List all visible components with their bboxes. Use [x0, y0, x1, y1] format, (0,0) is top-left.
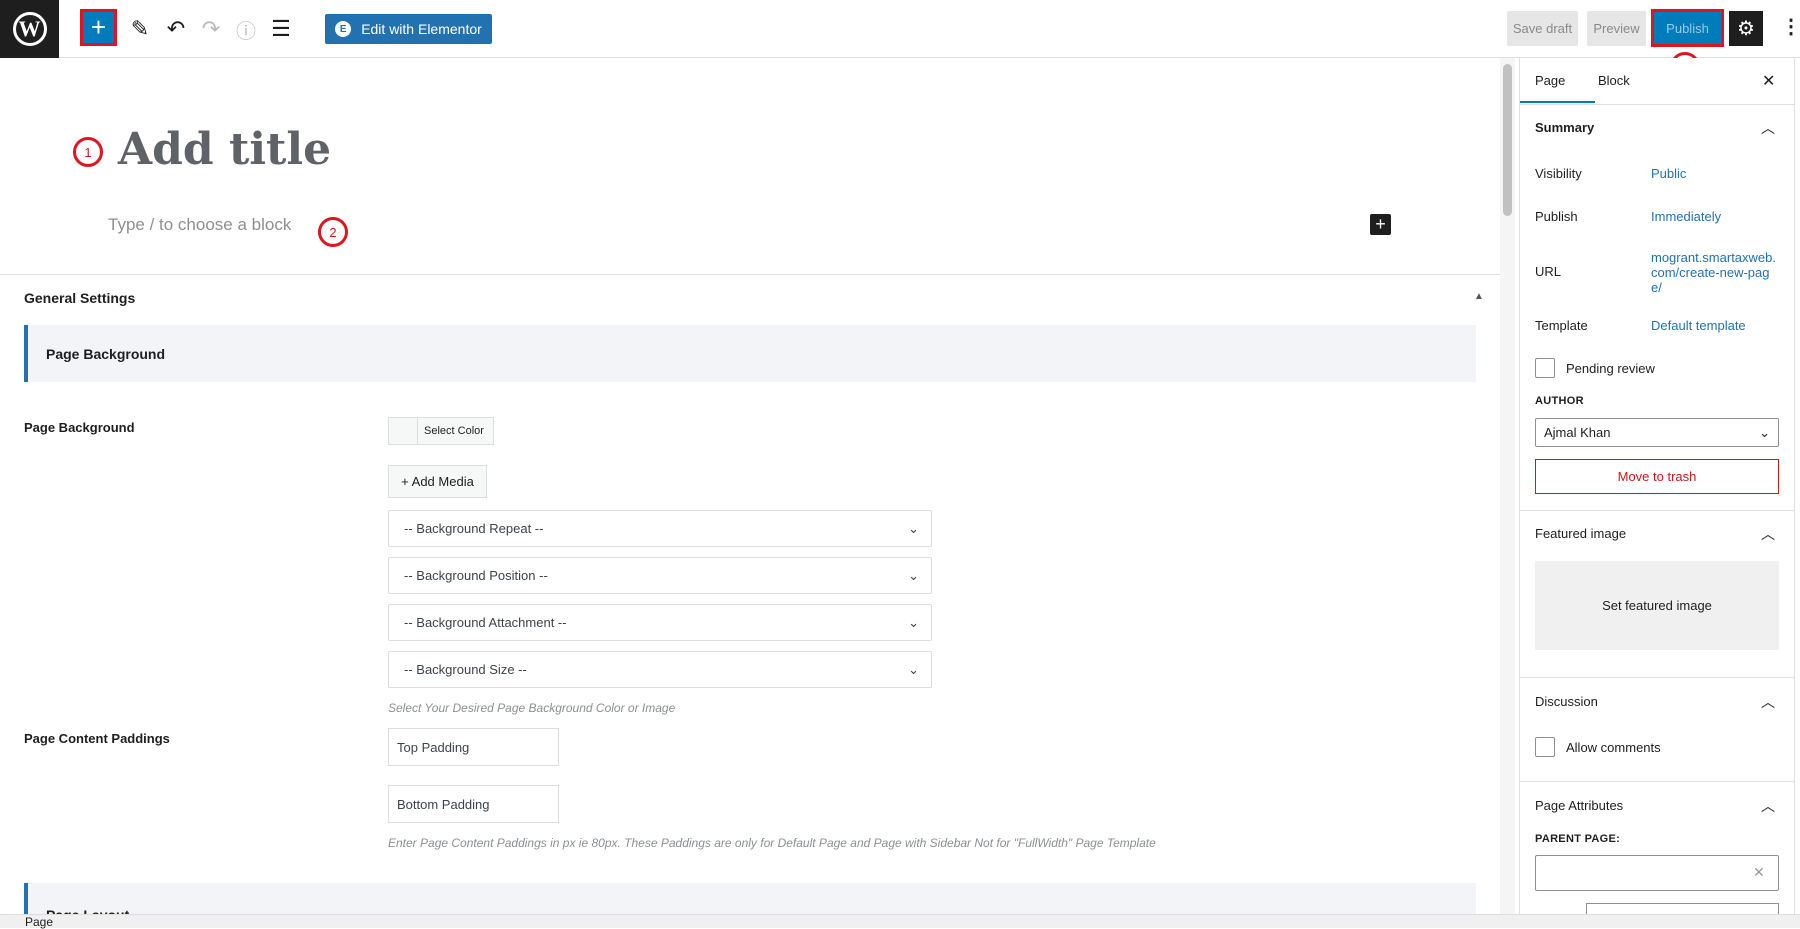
bottom-padding-input[interactable]: Bottom Padding	[388, 785, 559, 823]
divider	[0, 274, 1500, 275]
more-vertical-icon[interactable]: ⋮	[1781, 14, 1800, 39]
discussion-heading[interactable]: Discussion	[1535, 694, 1598, 709]
active-tab-indicator	[1520, 101, 1595, 103]
allow-comments-label: Allow comments	[1566, 740, 1661, 755]
list-view-icon[interactable]: ☰	[266, 14, 296, 44]
scrollbar-thumb[interactable]	[1503, 64, 1512, 216]
collapse-triangle-icon[interactable]: ▲	[1474, 291, 1484, 302]
elementor-icon: E	[335, 21, 352, 37]
paddings-label: Page Content Paddings	[24, 731, 170, 746]
color-swatch	[389, 418, 418, 444]
publish-label: Publish	[1535, 209, 1578, 224]
undo-icon[interactable]: ↶	[161, 14, 191, 44]
page-background-panel[interactable]: Page Background	[24, 325, 1476, 382]
chevron-down-icon: ⌄	[1759, 424, 1770, 440]
url-label: URL	[1535, 264, 1562, 279]
page-background-label: Page Background	[24, 420, 135, 435]
author-select[interactable]: Ajmal Khan ⌄	[1535, 418, 1779, 447]
chevron-up-icon[interactable]: ︿	[1761, 796, 1775, 816]
publish-value[interactable]: Immediately	[1651, 209, 1721, 224]
top-padding-input[interactable]: Top Padding	[388, 728, 559, 766]
allow-comments-checkbox[interactable]	[1535, 737, 1555, 757]
chevron-down-icon: ⌄	[908, 567, 919, 583]
parent-page-label: PARENT PAGE:	[1535, 833, 1621, 845]
divider	[1520, 781, 1794, 782]
block-inserter-button[interactable]: +	[80, 9, 117, 46]
plus-icon: +	[90, 12, 107, 42]
page-attributes-heading[interactable]: Page Attributes	[1535, 798, 1623, 813]
block-placeholder[interactable]: Type / to choose a block	[108, 215, 291, 235]
background-size-select[interactable]: -- Background Size -- ⌄	[388, 651, 932, 688]
preview-button[interactable]: Preview	[1587, 11, 1646, 46]
url-value[interactable]: mogrant.smartaxweb.com/create-new-page/	[1651, 250, 1776, 295]
divider	[1520, 104, 1794, 105]
redo-icon[interactable]: ↷	[196, 14, 226, 44]
annotation-2: 2	[318, 217, 348, 247]
featured-image-heading[interactable]: Featured image	[1535, 526, 1626, 541]
visibility-label: Visibility	[1535, 166, 1582, 181]
divider	[1520, 677, 1794, 678]
chevron-down-icon: ⌄	[908, 614, 919, 630]
status-bar-breadcrumb[interactable]: Page	[0, 914, 1800, 929]
template-label: Template	[1535, 318, 1588, 333]
wordpress-logo[interactable]: W	[0, 0, 59, 58]
parent-page-input[interactable]	[1535, 855, 1779, 891]
chevron-up-icon[interactable]: ︿	[1761, 524, 1775, 544]
save-draft-button[interactable]: Save draft	[1507, 11, 1578, 46]
chevron-down-icon: ⌄	[908, 520, 919, 536]
annotation-1: 1	[73, 137, 103, 167]
pending-review-checkbox[interactable]	[1535, 358, 1555, 378]
background-help-text: Select Your Desired Page Background Colo…	[388, 701, 676, 715]
chevron-down-icon: ⌄	[908, 661, 919, 677]
template-value[interactable]: Default template	[1651, 318, 1746, 333]
divider	[1520, 510, 1794, 511]
author-label: AUTHOR	[1535, 395, 1584, 407]
info-icon[interactable]: ⓘ	[231, 14, 261, 44]
chevron-up-icon[interactable]: ︿	[1761, 692, 1775, 712]
visibility-value[interactable]: Public	[1651, 166, 1686, 181]
general-settings-heading: General Settings	[24, 290, 136, 306]
chevron-up-icon[interactable]: ︿	[1761, 118, 1775, 138]
add-block-button[interactable]: +	[1370, 214, 1391, 235]
pending-review-label: Pending review	[1566, 361, 1655, 376]
summary-heading[interactable]: Summary	[1535, 120, 1594, 135]
tab-page[interactable]: Page	[1535, 73, 1565, 88]
background-repeat-select[interactable]: -- Background Repeat -- ⌄	[388, 510, 932, 547]
clear-icon[interactable]: ✕	[1753, 864, 1765, 881]
close-icon[interactable]: ✕	[1762, 71, 1775, 91]
select-color-button[interactable]: Select Color	[388, 417, 494, 445]
set-featured-image-button[interactable]: Set featured image	[1535, 561, 1779, 650]
settings-gear-icon[interactable]: ⚙	[1729, 11, 1763, 46]
title-input[interactable]: Add title	[118, 124, 331, 175]
tab-block[interactable]: Block	[1598, 73, 1630, 88]
add-media-button[interactable]: + Add Media	[388, 465, 487, 498]
publish-button[interactable]: Publish	[1651, 9, 1724, 47]
background-position-select[interactable]: -- Background Position -- ⌄	[388, 557, 932, 594]
padding-help-text: Enter Page Content Paddings in px ie 80p…	[388, 836, 1156, 850]
pencil-icon[interactable]: ✎	[125, 14, 155, 44]
move-to-trash-button[interactable]: Move to trash	[1535, 459, 1779, 494]
background-attachment-select[interactable]: -- Background Attachment -- ⌄	[388, 604, 932, 641]
edit-with-elementor-button[interactable]: E Edit with Elementor	[325, 14, 492, 44]
